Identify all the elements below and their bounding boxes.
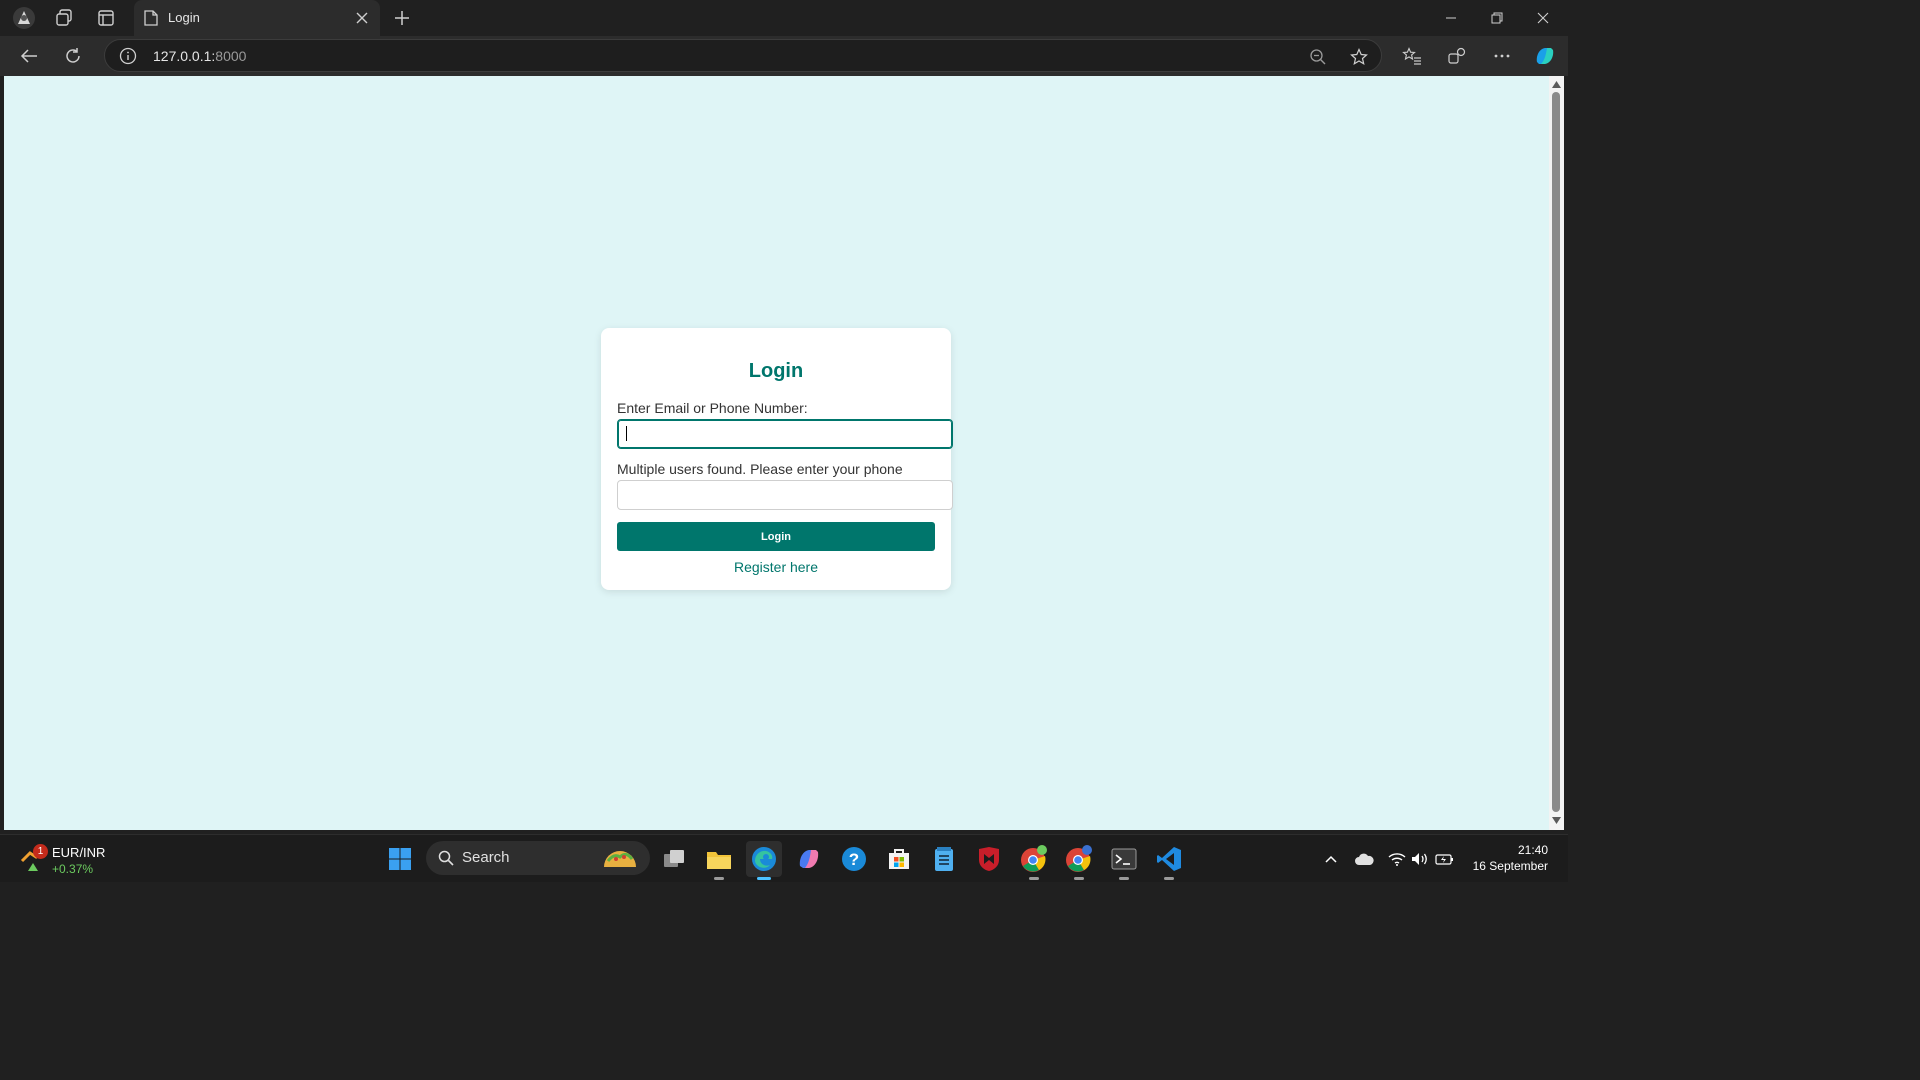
active-indicator xyxy=(757,877,771,880)
running-indicator xyxy=(1164,877,1174,880)
profile-avatar-icon[interactable] xyxy=(12,6,36,30)
address-bar[interactable]: 127.0.0.1:8000 xyxy=(104,39,1382,72)
email-or-phone-input[interactable] xyxy=(617,419,953,449)
favorites-icon[interactable] xyxy=(1399,44,1425,68)
notepad-button[interactable] xyxy=(926,841,962,877)
back-arrow-icon[interactable] xyxy=(16,44,42,68)
search-label: Search xyxy=(462,849,510,866)
scrollbar-thumb[interactable] xyxy=(1552,92,1560,812)
clock-date: 16 September xyxy=(1472,859,1548,873)
page-title: Login xyxy=(748,360,804,382)
edge-browser-icon xyxy=(752,847,776,871)
weather-widget[interactable]: 1 EUR/INR +0.37% xyxy=(16,839,116,879)
minimize-icon[interactable] xyxy=(1428,0,1474,36)
scroll-down-arrow-icon[interactable] xyxy=(1551,816,1562,826)
restore-icon[interactable] xyxy=(1474,0,1520,36)
chrome-profile-2-button[interactable] xyxy=(1061,841,1097,880)
running-indicator xyxy=(1074,877,1084,880)
task-view-icon xyxy=(664,850,684,867)
taskbar: 1 EUR/INR +0.37% Search ? 21:40 16 Septe… xyxy=(0,834,1568,882)
start-button[interactable] xyxy=(382,841,418,877)
running-indicator xyxy=(1029,877,1039,880)
email-label: Enter Email or Phone Number: xyxy=(617,400,808,416)
clock-time: 21:40 xyxy=(1517,843,1548,857)
login-button[interactable]: Login xyxy=(617,522,935,551)
page-icon xyxy=(144,10,158,31)
chrome-icon xyxy=(1066,845,1092,872)
get-help-button[interactable]: ? xyxy=(836,841,872,877)
zoom-out-icon[interactable] xyxy=(1307,46,1329,68)
mcafee-shield-icon xyxy=(979,847,999,871)
search-icon xyxy=(438,850,454,866)
copilot-app-icon xyxy=(799,850,819,868)
url-host: 127.0.0.1: xyxy=(153,48,216,64)
folder-icon xyxy=(707,852,731,869)
wifi-icon[interactable] xyxy=(1387,849,1407,869)
widget-pair: EUR/INR xyxy=(52,845,106,860)
chrome-icon xyxy=(1021,845,1047,872)
phone-number-input[interactable] xyxy=(617,480,953,510)
scroll-up-arrow-icon[interactable] xyxy=(1551,79,1562,89)
close-tab-icon[interactable] xyxy=(352,8,372,28)
help-question-icon: ? xyxy=(842,847,866,871)
edge-button[interactable] xyxy=(746,841,782,880)
show-hidden-icons-chevron-up-icon[interactable] xyxy=(1321,849,1341,869)
volume-speaker-icon[interactable] xyxy=(1410,849,1430,869)
svg-text:?: ? xyxy=(849,850,859,869)
browser-titlebar: Login xyxy=(0,0,1568,36)
system-clock[interactable]: 21:40 16 September xyxy=(1473,842,1548,874)
page-viewport: Login Enter Email or Phone Number: Multi… xyxy=(4,76,1549,830)
tab-login[interactable]: Login xyxy=(134,0,380,36)
login-card: Login Enter Email or Phone Number: Multi… xyxy=(601,328,953,590)
store-button[interactable] xyxy=(881,841,917,877)
browser-toolbar: 127.0.0.1:8000 xyxy=(0,36,1568,76)
copilot-app-button[interactable] xyxy=(791,841,827,877)
favorite-star-icon[interactable] xyxy=(1348,46,1370,68)
close-window-icon[interactable] xyxy=(1520,0,1566,36)
url-port: 8000 xyxy=(215,48,247,64)
running-indicator xyxy=(714,877,724,880)
notification-badge: 1 xyxy=(33,844,48,859)
search-highlight-taco-icon xyxy=(604,851,636,867)
widget-change: +0.37% xyxy=(52,862,94,876)
register-link[interactable]: Register here xyxy=(601,559,951,575)
tab-actions-icon[interactable] xyxy=(94,6,118,30)
mcafee-button[interactable] xyxy=(971,841,1007,877)
file-explorer-button[interactable] xyxy=(701,841,737,880)
windows-logo-icon xyxy=(389,848,411,870)
vscode-icon xyxy=(1157,847,1181,871)
site-info-icon[interactable] xyxy=(119,47,137,65)
refresh-icon[interactable] xyxy=(60,44,86,68)
url-text: 127.0.0.1:8000 xyxy=(153,48,246,64)
chrome-profile-1-button[interactable] xyxy=(1016,841,1052,880)
onedrive-cloud-icon[interactable] xyxy=(1354,849,1374,869)
terminal-button[interactable] xyxy=(1106,841,1142,880)
copilot-icon[interactable] xyxy=(1532,44,1558,68)
task-view-button[interactable] xyxy=(656,841,692,877)
store-icon xyxy=(889,849,909,869)
workspaces-icon[interactable] xyxy=(52,6,76,30)
taskbar-search[interactable]: Search xyxy=(426,841,650,875)
tab-title: Login xyxy=(168,10,200,25)
more-options-icon[interactable] xyxy=(1489,44,1515,68)
extensions-icon[interactable] xyxy=(1444,44,1470,68)
battery-charging-icon[interactable] xyxy=(1435,849,1455,869)
running-indicator xyxy=(1119,877,1129,880)
notepad-icon xyxy=(935,847,953,871)
vscode-button[interactable] xyxy=(1151,841,1187,880)
page-scrollbar[interactable] xyxy=(1549,76,1564,830)
new-tab-icon[interactable] xyxy=(390,6,414,30)
terminal-icon xyxy=(1111,848,1137,870)
